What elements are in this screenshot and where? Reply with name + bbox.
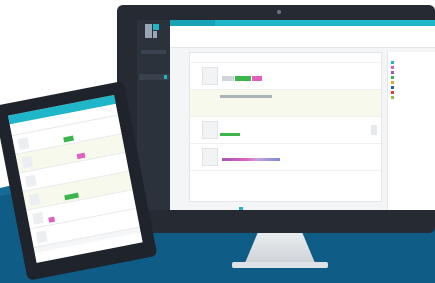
tag-chip [222,158,280,161]
desktop-monitor [117,5,435,233]
item-thumbnail [24,174,37,188]
app-logo-icon[interactable] [145,24,161,38]
item-thumbnail [32,211,45,225]
filter-panel [387,52,435,210]
item-thumbnail [202,148,218,166]
filter-swatch [391,61,394,64]
item-thumbnail [202,67,218,85]
sidebar-item-2[interactable] [139,86,169,92]
filter-swatch [391,76,394,79]
item-text-line [220,95,272,98]
sidebar-item-3[interactable] [139,96,169,102]
sidebar-item-4[interactable] [139,120,169,126]
filter-item[interactable] [388,95,435,100]
filter-header [388,52,435,60]
tag-chip [222,76,234,81]
filter-swatch [391,86,394,89]
monitor-base [232,262,328,268]
tag-chip [64,192,79,201]
count-badge [164,75,167,79]
filter-swatch [391,81,394,84]
list-item[interactable] [190,63,381,90]
tag-chip [235,76,251,81]
new-item-button[interactable] [141,50,166,54]
tablet-app-screen [7,94,143,263]
row-control[interactable] [371,125,377,135]
camera-icon [277,10,281,14]
list-item[interactable] [190,144,381,171]
tag-chip [76,152,86,160]
filter-swatch [391,96,394,99]
desktop-app-screen [137,20,435,210]
tag-chip [220,133,240,136]
filter-swatch [391,91,394,94]
item-thumbnail [21,155,34,169]
item-thumbnail [28,193,41,206]
pagination[interactable] [239,207,246,210]
list-item[interactable] [190,117,381,144]
item-thumbnail [35,230,48,244]
tag-chip [252,76,262,81]
item-list [189,52,382,202]
item-thumbnail [17,137,30,150]
filter-swatch [391,66,394,69]
item-thumbnail [202,121,218,139]
tag-chip [48,216,56,223]
sidebar-item-1[interactable] [139,74,169,80]
product-showcase [0,0,435,283]
app-header [170,26,435,48]
list-item[interactable] [190,90,381,117]
filter-swatch [391,71,394,74]
tag-chip [63,135,74,143]
list-header [190,53,381,63]
current-page[interactable] [239,207,243,210]
